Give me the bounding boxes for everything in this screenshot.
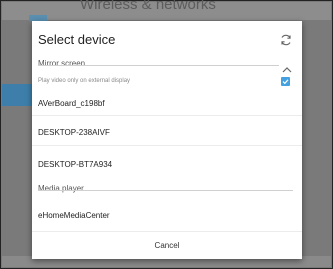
play-video-external-label: Play video only on external display [38, 78, 131, 84]
cancel-button[interactable]: Cancel [32, 235, 302, 259]
list-divider [32, 145, 302, 146]
list-divider [32, 231, 302, 232]
section-label-mirror: Mirror screen [38, 59, 88, 68]
dialog-title: Select device [38, 32, 116, 47]
section-media-player: Media player [38, 184, 293, 196]
section-label-media: Media player [38, 184, 86, 193]
device-item-desktop-bt7a934[interactable]: DESKTOP-BT7A934 [38, 160, 112, 169]
background-selected-item [2, 84, 33, 106]
section-divider [38, 65, 279, 66]
select-device-dialog: Select device Mirror screen Play video o… [32, 21, 302, 259]
background-title: Wireless & networks [80, 0, 216, 13]
play-video-external-checkbox[interactable] [281, 77, 290, 86]
device-item-averboard[interactable]: AVerBoard_c198bf [38, 99, 105, 108]
section-mirror-screen[interactable]: Mirror screen [38, 59, 293, 73]
device-item-ehomemediacenter[interactable]: eHomeMediaCenter [38, 211, 110, 220]
list-divider [32, 115, 302, 116]
background-header: Wireless & networks [2, 0, 331, 20]
screen-frame: Wireless & networks Select device Mirror… [0, 0, 333, 269]
device-item-desktop-238aivf[interactable]: DESKTOP-238AIVF [38, 128, 110, 137]
chevron-up-icon[interactable] [282, 61, 292, 73]
section-divider [38, 190, 293, 191]
refresh-icon[interactable] [279, 33, 293, 47]
